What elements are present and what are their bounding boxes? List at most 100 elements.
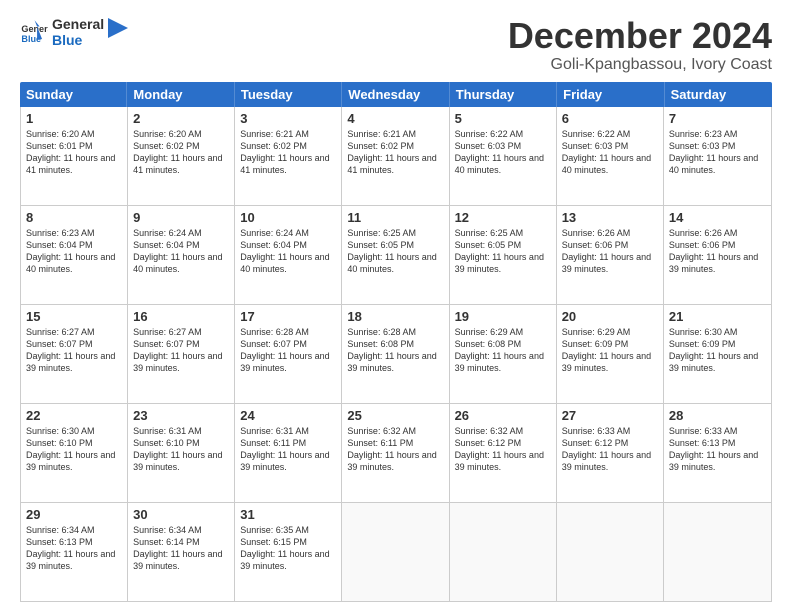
day-cell-27: 27 Sunrise: 6:33 AMSunset: 6:12 PMDayligh… xyxy=(557,404,664,502)
week-row-2: 8Sunrise: 6:23 AMSunset: 6:04 PMDaylight… xyxy=(21,206,771,305)
day-number: 2 xyxy=(133,111,229,126)
day-number: 14 xyxy=(669,210,766,225)
day-cell-8: 8Sunrise: 6:23 AMSunset: 6:04 PMDaylight… xyxy=(21,206,128,304)
day-cell-19: 19Sunrise: 6:29 AMSunset: 6:08 PMDayligh… xyxy=(450,305,557,403)
logo: General Blue General Blue xyxy=(20,16,128,48)
day-number: 16 xyxy=(133,309,229,324)
day-info: Sunrise: 6:25 AMSunset: 6:05 PMDaylight:… xyxy=(455,227,551,276)
calendar-header: SundayMondayTuesdayWednesdayThursdayFrid… xyxy=(20,82,772,107)
day-number: 18 xyxy=(347,309,443,324)
day-cell-1: 1Sunrise: 6:20 AMSunset: 6:01 PMDaylight… xyxy=(21,107,128,205)
day-info: Sunrise: 6:26 AMSunset: 6:06 PMDaylight:… xyxy=(669,227,766,276)
day-cell-9: 9Sunrise: 6:24 AMSunset: 6:04 PMDaylight… xyxy=(128,206,235,304)
day-number: 31 xyxy=(240,507,336,522)
day-cell-20: 20 Sunrise: 6:29 AMSunset: 6:09 PMDayligh… xyxy=(557,305,664,403)
day-cell-4: 4 Sunrise: 6:21 AMSunset: 6:02 PMDaylight… xyxy=(342,107,449,205)
day-cell-5: 5 Sunrise: 6:22 AMSunset: 6:03 PMDaylight… xyxy=(450,107,557,205)
week-row-4: 22 Sunrise: 6:30 AMSunset: 6:10 PMDayligh… xyxy=(21,404,771,503)
day-cell-15: 15Sunrise: 6:27 AMSunset: 6:07 PMDayligh… xyxy=(21,305,128,403)
day-info: Sunrise: 6:31 AMSunset: 6:11 PMDaylight:… xyxy=(240,425,336,474)
day-cell-28: 28Sunrise: 6:33 AMSunset: 6:13 PMDayligh… xyxy=(664,404,771,502)
day-info: Sunrise: 6:31 AMSunset: 6:10 PMDaylight:… xyxy=(133,425,229,474)
day-info: Sunrise: 6:33 AMSunset: 6:12 PMDaylight:… xyxy=(562,425,658,474)
day-info: Sunrise: 6:27 AMSunset: 6:07 PMDaylight:… xyxy=(26,326,122,375)
day-number: 21 xyxy=(669,309,766,324)
day-number: 27 xyxy=(562,408,658,423)
logo-blue: Blue xyxy=(52,32,104,48)
day-cell-10: 10 Sunrise: 6:24 AMSunset: 6:04 PMDayligh… xyxy=(235,206,342,304)
day-info: Sunrise: 6:32 AMSunset: 6:12 PMDaylight:… xyxy=(455,425,551,474)
header-day-saturday: Saturday xyxy=(665,82,772,107)
day-cell-22: 22 Sunrise: 6:30 AMSunset: 6:10 PMDayligh… xyxy=(21,404,128,502)
week-row-5: 29Sunrise: 6:34 AMSunset: 6:13 PMDayligh… xyxy=(21,503,771,601)
day-info: Sunrise: 6:28 AMSunset: 6:08 PMDaylight:… xyxy=(347,326,443,375)
day-info: Sunrise: 6:27 AMSunset: 6:07 PMDaylight:… xyxy=(133,326,229,375)
empty-cell-w4c4 xyxy=(450,503,557,601)
day-info: Sunrise: 6:29 AMSunset: 6:09 PMDaylight:… xyxy=(562,326,658,375)
day-info: Sunrise: 6:30 AMSunset: 6:09 PMDaylight:… xyxy=(669,326,766,375)
day-cell-31: 31 Sunrise: 6:35 AMSunset: 6:15 PMDayligh… xyxy=(235,503,342,601)
day-number: 24 xyxy=(240,408,336,423)
header: General Blue General Blue December 2024 … xyxy=(20,16,772,74)
header-day-wednesday: Wednesday xyxy=(342,82,449,107)
day-info: Sunrise: 6:24 AMSunset: 6:04 PMDaylight:… xyxy=(240,227,336,276)
month-title: December 2024 xyxy=(508,16,772,56)
title-block: December 2024 Goli-Kpangbassou, Ivory Co… xyxy=(508,16,772,74)
day-cell-17: 17 Sunrise: 6:28 AMSunset: 6:07 PMDayligh… xyxy=(235,305,342,403)
day-number: 1 xyxy=(26,111,122,126)
day-info: Sunrise: 6:21 AMSunset: 6:02 PMDaylight:… xyxy=(347,128,443,177)
week-row-3: 15Sunrise: 6:27 AMSunset: 6:07 PMDayligh… xyxy=(21,305,771,404)
day-cell-23: 23Sunrise: 6:31 AMSunset: 6:10 PMDayligh… xyxy=(128,404,235,502)
day-number: 13 xyxy=(562,210,658,225)
day-cell-21: 21 Sunrise: 6:30 AMSunset: 6:09 PMDayligh… xyxy=(664,305,771,403)
day-info: Sunrise: 6:34 AMSunset: 6:14 PMDaylight:… xyxy=(133,524,229,573)
day-number: 20 xyxy=(562,309,658,324)
day-number: 3 xyxy=(240,111,336,126)
location-subtitle: Goli-Kpangbassou, Ivory Coast xyxy=(508,56,772,74)
logo-general: General xyxy=(52,16,104,32)
day-info: Sunrise: 6:23 AMSunset: 6:04 PMDaylight:… xyxy=(26,227,122,276)
logo-icon: General Blue xyxy=(20,18,48,46)
day-cell-6: 6Sunrise: 6:22 AMSunset: 6:03 PMDaylight… xyxy=(557,107,664,205)
day-info: Sunrise: 6:22 AMSunset: 6:03 PMDaylight:… xyxy=(455,128,551,177)
day-info: Sunrise: 6:24 AMSunset: 6:04 PMDaylight:… xyxy=(133,227,229,276)
day-number: 5 xyxy=(455,111,551,126)
day-number: 25 xyxy=(347,408,443,423)
calendar: SundayMondayTuesdayWednesdayThursdayFrid… xyxy=(20,82,772,602)
day-cell-13: 13Sunrise: 6:26 AMSunset: 6:06 PMDayligh… xyxy=(557,206,664,304)
day-info: Sunrise: 6:21 AMSunset: 6:02 PMDaylight:… xyxy=(240,128,336,177)
day-cell-30: 30 Sunrise: 6:34 AMSunset: 6:14 PMDayligh… xyxy=(128,503,235,601)
svg-text:General: General xyxy=(21,24,48,34)
day-info: Sunrise: 6:28 AMSunset: 6:07 PMDaylight:… xyxy=(240,326,336,375)
header-day-sunday: Sunday xyxy=(20,82,127,107)
day-info: Sunrise: 6:25 AMSunset: 6:05 PMDaylight:… xyxy=(347,227,443,276)
header-day-tuesday: Tuesday xyxy=(235,82,342,107)
day-info: Sunrise: 6:35 AMSunset: 6:15 PMDaylight:… xyxy=(240,524,336,573)
day-number: 17 xyxy=(240,309,336,324)
day-cell-12: 12 Sunrise: 6:25 AMSunset: 6:05 PMDayligh… xyxy=(450,206,557,304)
day-number: 12 xyxy=(455,210,551,225)
day-cell-3: 3 Sunrise: 6:21 AMSunset: 6:02 PMDaylight… xyxy=(235,107,342,205)
header-day-thursday: Thursday xyxy=(450,82,557,107)
day-number: 4 xyxy=(347,111,443,126)
day-info: Sunrise: 6:34 AMSunset: 6:13 PMDaylight:… xyxy=(26,524,122,573)
day-info: Sunrise: 6:30 AMSunset: 6:10 PMDaylight:… xyxy=(26,425,122,474)
week-row-1: 1Sunrise: 6:20 AMSunset: 6:01 PMDaylight… xyxy=(21,107,771,206)
day-cell-2: 2Sunrise: 6:20 AMSunset: 6:02 PMDaylight… xyxy=(128,107,235,205)
day-cell-25: 25Sunrise: 6:32 AMSunset: 6:11 PMDayligh… xyxy=(342,404,449,502)
day-number: 22 xyxy=(26,408,122,423)
day-cell-29: 29Sunrise: 6:34 AMSunset: 6:13 PMDayligh… xyxy=(21,503,128,601)
day-info: Sunrise: 6:33 AMSunset: 6:13 PMDaylight:… xyxy=(669,425,766,474)
day-number: 30 xyxy=(133,507,229,522)
day-cell-26: 26Sunrise: 6:32 AMSunset: 6:12 PMDayligh… xyxy=(450,404,557,502)
page: General Blue General Blue December 2024 … xyxy=(0,0,792,612)
day-number: 10 xyxy=(240,210,336,225)
day-number: 6 xyxy=(562,111,658,126)
empty-cell-w4c3 xyxy=(342,503,449,601)
day-cell-14: 14 Sunrise: 6:26 AMSunset: 6:06 PMDayligh… xyxy=(664,206,771,304)
logo-flag-icon xyxy=(108,18,128,46)
empty-cell-w4c5 xyxy=(557,503,664,601)
day-number: 19 xyxy=(455,309,551,324)
header-day-monday: Monday xyxy=(127,82,234,107)
day-cell-16: 16 Sunrise: 6:27 AMSunset: 6:07 PMDayligh… xyxy=(128,305,235,403)
